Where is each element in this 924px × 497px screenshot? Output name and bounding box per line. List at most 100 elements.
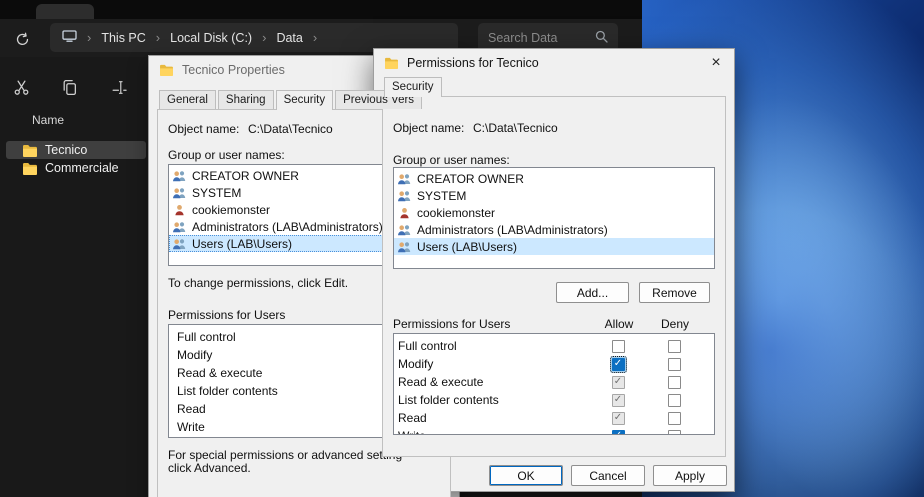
group-name: cookiemonster [192,203,270,217]
users-group-icon [172,170,187,182]
deny-column-header: Deny [647,317,703,331]
breadcrumb-item-this-pc[interactable]: This PC [101,31,145,45]
breadcrumb-item-data[interactable]: Data [276,31,302,45]
permissions-list: Full control Modify Read & execute List … [393,333,715,435]
group-name: cookiemonster [417,206,495,220]
users-group-icon [172,187,187,199]
folder-row-tecnico[interactable]: Tecnico [6,141,146,159]
object-name-value: C:\Data\Tecnico [473,121,558,135]
allow-checkbox-read-execute[interactable] [612,376,625,389]
permission-row-modify: Modify [394,355,714,373]
user-icon [397,207,412,219]
breadcrumb-chevron-icon: › [156,30,160,45]
permission-label: Full control [394,339,590,353]
users-group-icon [172,238,187,250]
refresh-button[interactable] [10,27,34,51]
close-button[interactable]: × [703,52,729,74]
folder-icon [22,144,38,157]
tab-security[interactable]: Security [276,90,334,110]
breadcrumb-chevron-icon: › [313,30,317,45]
permissions-dialog-title: Permissions for Tecnico [407,56,539,70]
tab-general[interactable]: General [159,90,216,109]
permissions-header: Permissions for Users Allow Deny [393,316,715,332]
this-pc-icon [62,30,77,45]
copy-icon [61,79,78,96]
group-name: CREATOR OWNER [192,169,299,183]
group-list-item-selected[interactable]: Users (LAB\Users) [394,238,714,255]
permissions-security-page: Object name: C:\Data\Tecnico Group or us… [382,96,726,457]
group-list-item[interactable]: CREATOR OWNER [394,170,714,187]
cut-button[interactable] [8,74,34,100]
copy-button[interactable] [56,74,82,100]
deny-checkbox-read[interactable] [668,412,681,425]
object-name-label: Object name: [168,122,239,136]
deny-checkbox-read-execute[interactable] [668,376,681,389]
users-group-icon [397,224,412,236]
breadcrumb-chevron-icon: › [87,30,91,45]
group-name: CREATOR OWNER [417,172,524,186]
permission-label: Read [394,411,590,425]
group-list-item[interactable]: SYSTEM [394,187,714,204]
group-list-item[interactable]: Administrators (LAB\Administrators) [394,221,714,238]
deny-checkbox-full-control[interactable] [668,340,681,353]
rename-button[interactable] [106,74,132,100]
add-button[interactable]: Add... [556,282,629,303]
permission-row-full-control: Full control [394,337,714,355]
advanced-hint-line1: For special permissions or advanced sett… [168,448,402,462]
explorer-titlebar [0,0,642,19]
users-group-icon [172,221,187,233]
allow-checkbox-modify[interactable] [612,358,625,371]
folder-icon [22,162,38,175]
permissions-for-label: Permissions for Users [168,308,285,322]
explorer-window-tab[interactable] [36,4,94,19]
allow-checkbox-write[interactable] [612,430,625,436]
properties-dialog-title: Tecnico Properties [182,63,285,77]
group-name: Users (LAB\Users) [192,237,292,251]
advanced-hint-line2: click Advanced. [168,461,251,475]
folder-name: Tecnico [45,143,87,157]
users-group-icon [397,173,412,185]
cancel-button[interactable]: Cancel [571,465,645,486]
deny-checkbox-list-folder-contents[interactable] [668,394,681,407]
tab-sharing[interactable]: Sharing [218,90,274,109]
search-placeholder: Search Data [488,31,595,45]
group-names-label: Group or user names: [393,153,510,167]
edit-hint-text: To change permissions, click Edit. [168,276,348,290]
ok-button[interactable]: OK [489,465,563,486]
folder-name: Commerciale [45,161,119,175]
group-name: SYSTEM [192,186,241,200]
object-name-value: C:\Data\Tecnico [248,122,333,136]
breadcrumb-chevron-icon: › [262,30,266,45]
group-list-item[interactable]: cookiemonster [394,204,714,221]
tab-security[interactable]: Security [384,77,442,97]
group-name: SYSTEM [417,189,466,203]
permission-row-list-folder-contents: List folder contents [394,391,714,409]
permissions-for-label: Permissions for Users [393,317,591,331]
close-icon: × [711,54,720,72]
remove-button[interactable]: Remove [639,282,710,303]
group-name: Administrators (LAB\Administrators) [417,223,608,237]
allow-column-header: Allow [591,317,647,331]
allow-checkbox-read[interactable] [612,412,625,425]
permission-label: Read & execute [394,375,590,389]
permission-row-write: Write [394,427,714,435]
permissions-dialog-titlebar: Permissions for Tecnico [374,49,734,77]
apply-button[interactable]: Apply [653,465,727,486]
folder-list: Tecnico Commerciale [6,141,146,177]
column-header-name[interactable]: Name [32,113,64,127]
object-name-label: Object name: [393,121,464,135]
permission-label: List folder contents [394,393,590,407]
allow-checkbox-list-folder-contents[interactable] [612,394,625,407]
desktop: › This PC › Local Disk (C:) › Data › Sea… [0,0,924,497]
permission-row-read-execute: Read & execute [394,373,714,391]
permissions-dialog: Permissions for Tecnico × Security Objec… [373,48,735,492]
folder-row-commerciale[interactable]: Commerciale [6,159,146,177]
allow-checkbox-full-control[interactable] [612,340,625,353]
group-name: Administrators (LAB\Administrators) [192,220,383,234]
search-icon [595,30,608,46]
folder-icon [159,64,174,76]
deny-checkbox-modify[interactable] [668,358,681,371]
breadcrumb-item-local-disk-c[interactable]: Local Disk (C:) [170,31,252,45]
permission-label: Modify [394,357,590,371]
deny-checkbox-write[interactable] [668,430,681,436]
